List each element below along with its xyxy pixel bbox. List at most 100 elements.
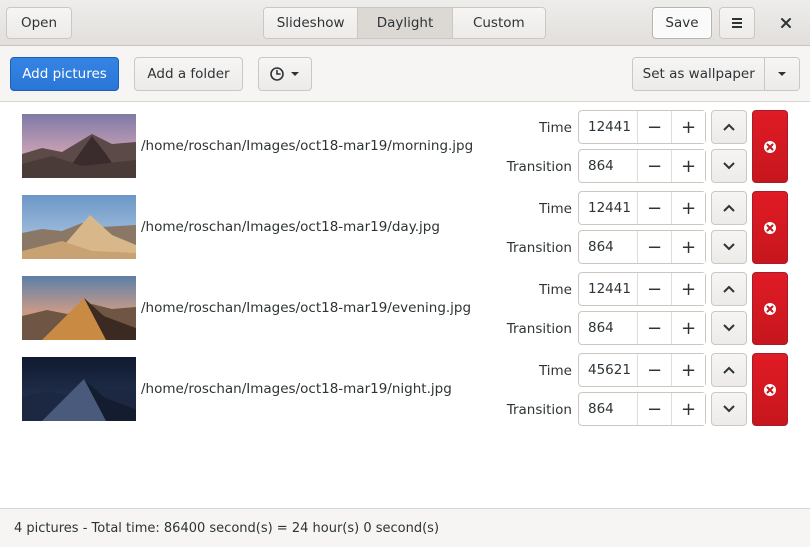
transition-value[interactable]: 864 bbox=[579, 312, 637, 344]
transition-label: Transition bbox=[506, 402, 572, 418]
chevron-down-icon bbox=[291, 72, 299, 76]
plus-icon: + bbox=[680, 236, 697, 258]
time-label: Time bbox=[538, 282, 572, 298]
time-spinbutton[interactable]: 45621 − + bbox=[578, 353, 706, 387]
picture-path: /home/roschan/Images/oct18-mar19/evening… bbox=[141, 300, 472, 316]
plus-icon: + bbox=[680, 155, 697, 177]
move-down-button[interactable] bbox=[711, 311, 747, 345]
time-decrement-button[interactable]: − bbox=[637, 354, 671, 386]
header-bar: Open Slideshow Daylight Custom Save bbox=[0, 0, 810, 46]
menu-button[interactable] bbox=[719, 7, 755, 39]
picture-list: /home/roschan/Images/oct18-mar19/morning… bbox=[0, 102, 810, 508]
toolbar: Add pictures Add a folder Set as wallpap… bbox=[0, 46, 810, 102]
set-wallpaper-dropdown[interactable] bbox=[764, 58, 799, 90]
chevron-up-icon bbox=[723, 366, 735, 374]
time-spinbutton[interactable]: 12441 − + bbox=[578, 110, 706, 144]
remove-picture-button[interactable] bbox=[752, 110, 788, 183]
clock-menu-button[interactable] bbox=[258, 57, 312, 91]
move-up-button[interactable] bbox=[711, 110, 747, 144]
minus-icon: − bbox=[646, 398, 663, 420]
open-button[interactable]: Open bbox=[6, 7, 72, 39]
remove-icon bbox=[764, 221, 776, 234]
transition-spinbutton[interactable]: 864 − + bbox=[578, 392, 706, 426]
remove-icon bbox=[764, 383, 776, 396]
remove-icon bbox=[764, 302, 776, 315]
time-spinbutton[interactable]: 12441 − + bbox=[578, 272, 706, 306]
time-label: Time bbox=[538, 363, 572, 379]
move-down-button[interactable] bbox=[711, 392, 747, 426]
transition-spinbutton[interactable]: 864 − + bbox=[578, 149, 706, 183]
list-item: /home/roschan/Images/oct18-mar19/night.j… bbox=[0, 349, 810, 430]
transition-decrement-button[interactable]: − bbox=[637, 150, 671, 182]
transition-increment-button[interactable]: + bbox=[671, 312, 705, 344]
time-decrement-button[interactable]: − bbox=[637, 273, 671, 305]
transition-increment-button[interactable]: + bbox=[671, 150, 705, 182]
transition-decrement-button[interactable]: − bbox=[637, 231, 671, 263]
list-item: /home/roschan/Images/oct18-mar19/morning… bbox=[0, 106, 810, 187]
thumbnail-day bbox=[22, 195, 136, 259]
thumbnail-night bbox=[22, 357, 136, 421]
clock-icon bbox=[270, 67, 284, 81]
time-increment-button[interactable]: + bbox=[671, 273, 705, 305]
time-value[interactable]: 12441 bbox=[579, 192, 637, 224]
time-value[interactable]: 12441 bbox=[579, 111, 637, 143]
move-down-button[interactable] bbox=[711, 230, 747, 264]
transition-spinbutton[interactable]: 864 − + bbox=[578, 230, 706, 264]
chevron-down-icon bbox=[723, 405, 735, 413]
picture-path: /home/roschan/Images/oct18-mar19/day.jpg bbox=[141, 219, 440, 235]
chevron-down-icon bbox=[723, 243, 735, 251]
transition-label: Transition bbox=[506, 159, 572, 175]
transition-value[interactable]: 864 bbox=[579, 150, 637, 182]
time-spinbutton[interactable]: 12441 − + bbox=[578, 191, 706, 225]
time-decrement-button[interactable]: − bbox=[637, 111, 671, 143]
chevron-down-icon bbox=[778, 72, 787, 76]
remove-picture-button[interactable] bbox=[752, 272, 788, 345]
add-folder-button[interactable]: Add a folder bbox=[134, 57, 243, 91]
hamburger-menu-icon bbox=[732, 18, 742, 28]
close-button[interactable] bbox=[769, 7, 803, 39]
status-bar: 4 pictures - Total time: 86400 second(s)… bbox=[0, 508, 810, 547]
transition-decrement-button[interactable]: − bbox=[637, 312, 671, 344]
set-wallpaper-group: Set as wallpaper bbox=[632, 57, 800, 91]
plus-icon: + bbox=[680, 317, 697, 339]
remove-picture-button[interactable] bbox=[752, 353, 788, 426]
minus-icon: − bbox=[646, 359, 663, 381]
transition-increment-button[interactable]: + bbox=[671, 231, 705, 263]
plus-icon: + bbox=[680, 359, 697, 381]
thumbnail-evening bbox=[22, 276, 136, 340]
picture-path: /home/roschan/Images/oct18-mar19/morning… bbox=[141, 138, 474, 154]
move-up-button[interactable] bbox=[711, 191, 747, 225]
set-wallpaper-button[interactable]: Set as wallpaper bbox=[633, 58, 765, 90]
remove-picture-button[interactable] bbox=[752, 191, 788, 264]
save-button[interactable]: Save bbox=[652, 7, 712, 39]
transition-spinbutton[interactable]: 864 − + bbox=[578, 311, 706, 345]
add-pictures-button[interactable]: Add pictures bbox=[10, 57, 119, 91]
chevron-up-icon bbox=[723, 123, 735, 131]
time-increment-button[interactable]: + bbox=[671, 111, 705, 143]
move-up-button[interactable] bbox=[711, 272, 747, 306]
minus-icon: − bbox=[646, 278, 663, 300]
transition-increment-button[interactable]: + bbox=[671, 393, 705, 425]
transition-value[interactable]: 864 bbox=[579, 231, 637, 263]
tab-custom[interactable]: Custom bbox=[451, 8, 545, 38]
move-down-button[interactable] bbox=[711, 149, 747, 183]
time-value[interactable]: 45621 bbox=[579, 354, 637, 386]
list-item: /home/roschan/Images/oct18-mar19/day.jpg… bbox=[0, 187, 810, 268]
transition-decrement-button[interactable]: − bbox=[637, 393, 671, 425]
plus-icon: + bbox=[680, 116, 697, 138]
tab-daylight[interactable]: Daylight bbox=[357, 8, 452, 38]
time-value[interactable]: 12441 bbox=[579, 273, 637, 305]
time-decrement-button[interactable]: − bbox=[637, 192, 671, 224]
picture-path: /home/roschan/Images/oct18-mar19/night.j… bbox=[141, 381, 452, 397]
time-increment-button[interactable]: + bbox=[671, 192, 705, 224]
plus-icon: + bbox=[680, 197, 697, 219]
chevron-down-icon bbox=[723, 162, 735, 170]
remove-icon bbox=[764, 140, 776, 153]
tab-slideshow[interactable]: Slideshow bbox=[264, 8, 358, 38]
minus-icon: − bbox=[646, 197, 663, 219]
transition-value[interactable]: 864 bbox=[579, 393, 637, 425]
time-increment-button[interactable]: + bbox=[671, 354, 705, 386]
plus-icon: + bbox=[680, 278, 697, 300]
move-up-button[interactable] bbox=[711, 353, 747, 387]
chevron-down-icon bbox=[723, 324, 735, 332]
